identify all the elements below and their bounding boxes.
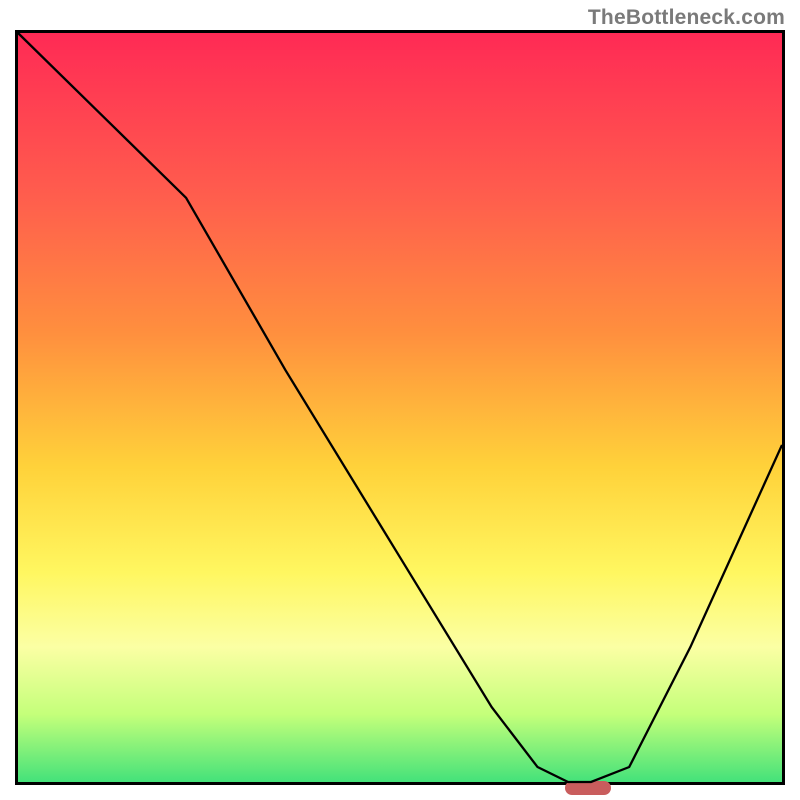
curve-path <box>18 33 782 782</box>
watermark-text: TheBottleneck.com <box>588 6 785 30</box>
chart-container: TheBottleneck.com <box>0 0 800 800</box>
plot-area <box>15 30 785 785</box>
line-curve <box>18 33 782 782</box>
